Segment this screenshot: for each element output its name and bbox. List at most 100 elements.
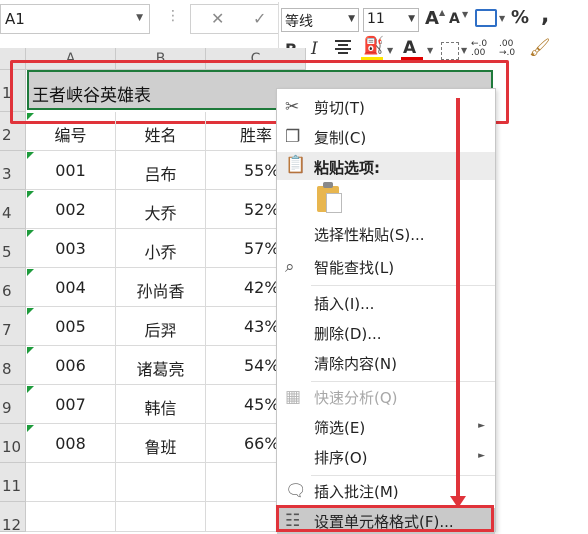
table-cell[interactable]: 诸葛亮 xyxy=(116,346,206,385)
menu-item-label: 插入批注(M) xyxy=(314,483,399,501)
chevron-down-icon[interactable]: ▼ xyxy=(461,46,467,55)
clipboard-icon: 📋 xyxy=(285,155,307,175)
row-header[interactable]: 12 xyxy=(0,502,26,534)
table-cell[interactable]: 吕布 xyxy=(116,151,206,190)
more-dots-icon: ⋮ xyxy=(166,8,180,24)
row-header[interactable]: 3 xyxy=(0,151,26,190)
menu-item-sort[interactable]: 排序(O) ► xyxy=(277,439,495,477)
chevron-down-icon: ▼ xyxy=(408,14,415,24)
font-color-icon[interactable]: A xyxy=(403,38,416,58)
scissors-icon: ✂ xyxy=(285,97,300,117)
menu-item-clear-contents[interactable]: 清除内容(N) xyxy=(277,345,495,383)
table-cell[interactable]: 鲁班 xyxy=(116,424,206,463)
font-name-value: 等线 xyxy=(285,14,313,30)
empty-cell[interactable] xyxy=(26,463,116,502)
table-cell[interactable]: 大乔 xyxy=(116,190,206,229)
table-cell[interactable]: 韩信 xyxy=(116,385,206,424)
chevron-down-icon[interactable]: ▼ xyxy=(136,13,143,23)
fill-color-icon[interactable]: ⛽ xyxy=(363,36,384,56)
menu-item-label: 删除(D)... xyxy=(314,325,382,343)
empty-cell[interactable] xyxy=(116,502,206,532)
table-cell[interactable]: 孙尚香 xyxy=(116,268,206,307)
paste-options-header: 📋 粘贴选项: xyxy=(277,152,495,180)
row-header[interactable]: 6 xyxy=(0,268,26,307)
shrink-font-icon[interactable]: A xyxy=(449,11,460,27)
mini-toolbar: 等线 ▼ 11 ▼ A ▲ A ▼ ▼ % , B I ⛽ ▼ A ▼ ▼ ←.… xyxy=(278,2,588,68)
row-header[interactable]: 10 xyxy=(0,424,26,463)
row-header[interactable]: 8 xyxy=(0,346,26,385)
table-cell[interactable]: 008 xyxy=(26,424,116,463)
align-center-icon[interactable] xyxy=(335,40,351,54)
formula-buttons: ✕ ✓ xyxy=(190,4,282,34)
name-box[interactable]: A1 ▼ xyxy=(0,4,150,34)
row-header[interactable]: 5 xyxy=(0,229,26,268)
menu-item-smart-lookup[interactable]: ⌕ 智能查找(L) xyxy=(277,249,495,287)
decrease-decimal-icon[interactable]: .00 →.0 xyxy=(499,40,515,58)
empty-cell[interactable] xyxy=(116,463,206,502)
annotation-arrow-line xyxy=(456,98,460,502)
text-number-indicator xyxy=(27,191,34,198)
border-icon[interactable] xyxy=(441,42,459,60)
row-header[interactable]: 9 xyxy=(0,385,26,424)
increase-decimal-icon[interactable]: ←.0 .00 xyxy=(471,40,487,58)
table-cell[interactable]: 002 xyxy=(26,190,116,229)
row-header[interactable]: 4 xyxy=(0,190,26,229)
table-cell[interactable]: 003 xyxy=(26,229,116,268)
enter-icon[interactable]: ✓ xyxy=(253,9,266,28)
table-cell[interactable]: 005 xyxy=(26,307,116,346)
table-cell[interactable]: 后羿 xyxy=(116,307,206,346)
submenu-arrow-icon: ► xyxy=(478,421,485,431)
comma-style-icon[interactable]: , xyxy=(541,3,549,28)
text-number-indicator xyxy=(27,425,34,432)
paste-icon-sheet xyxy=(326,193,342,213)
table-cell[interactable]: 006 xyxy=(26,346,116,385)
copy-icon: ❐ xyxy=(285,127,301,147)
number-format-icon[interactable] xyxy=(475,9,497,27)
context-menu: ✂ 剪切(T) ❐ 复制(C) 📋 粘贴选项: 选择性粘贴(S)... ⌕ 智能… xyxy=(276,88,496,534)
text-number-indicator xyxy=(27,152,34,159)
text-number-indicator xyxy=(27,230,34,237)
font-name-select[interactable]: 等线 ▼ xyxy=(281,8,359,32)
empty-cell[interactable] xyxy=(26,502,116,532)
menu-item-label: 插入(I)... xyxy=(314,295,375,313)
menu-item-label: 排序(O) xyxy=(314,449,368,467)
chevron-down-icon[interactable]: ▼ xyxy=(427,46,433,55)
table-cell[interactable]: 001 xyxy=(26,151,116,190)
submenu-arrow-icon: ► xyxy=(478,451,485,461)
grow-font-icon[interactable]: A xyxy=(425,8,439,29)
menu-item-label: 复制(C) xyxy=(314,129,367,147)
paste-options-label: 粘贴选项: xyxy=(314,159,380,177)
chevron-down-icon[interactable]: ▼ xyxy=(387,46,393,55)
chevron-down-icon: ▼ xyxy=(499,14,506,23)
name-box-value: A1 xyxy=(5,10,25,28)
text-number-indicator xyxy=(27,386,34,393)
format-cells-highlight-box xyxy=(276,505,494,532)
text-number-indicator xyxy=(27,308,34,315)
menu-item-label: 智能查找(L) xyxy=(314,259,395,277)
table-cell[interactable]: 007 xyxy=(26,385,116,424)
cancel-icon[interactable]: ✕ xyxy=(211,9,224,28)
table-cell[interactable]: 004 xyxy=(26,268,116,307)
caret-down-icon: ▼ xyxy=(462,10,469,19)
percent-icon[interactable]: % xyxy=(511,7,529,28)
text-number-indicator xyxy=(27,113,34,120)
search-icon: ⌕ xyxy=(285,257,295,277)
table-cell[interactable]: 小乔 xyxy=(116,229,206,268)
menu-item-label: 选择性粘贴(S)... xyxy=(314,226,425,244)
comment-icon: 🗨 xyxy=(285,481,307,501)
header-cell[interactable]: 姓名 xyxy=(116,112,206,151)
paste-icon-clip xyxy=(323,182,333,188)
header-cell[interactable]: 编号 xyxy=(26,112,116,151)
quick-analysis-icon: ▦ xyxy=(285,387,302,407)
italic-icon[interactable]: I xyxy=(311,39,318,59)
menu-item-label: 快速分析(Q) xyxy=(314,389,398,407)
row-header[interactable]: 7 xyxy=(0,307,26,346)
chevron-down-icon: ▼ xyxy=(348,14,355,24)
caret-up-icon: ▲ xyxy=(439,8,446,17)
format-painter-icon[interactable]: 🖌 xyxy=(529,38,551,58)
row-header[interactable]: 11 xyxy=(0,463,26,502)
text-number-indicator xyxy=(27,269,34,276)
menu-item-label: 剪切(T) xyxy=(314,99,365,117)
menu-item-label: 筛选(E) xyxy=(314,419,366,437)
font-size-select[interactable]: 11 ▼ xyxy=(363,8,419,32)
